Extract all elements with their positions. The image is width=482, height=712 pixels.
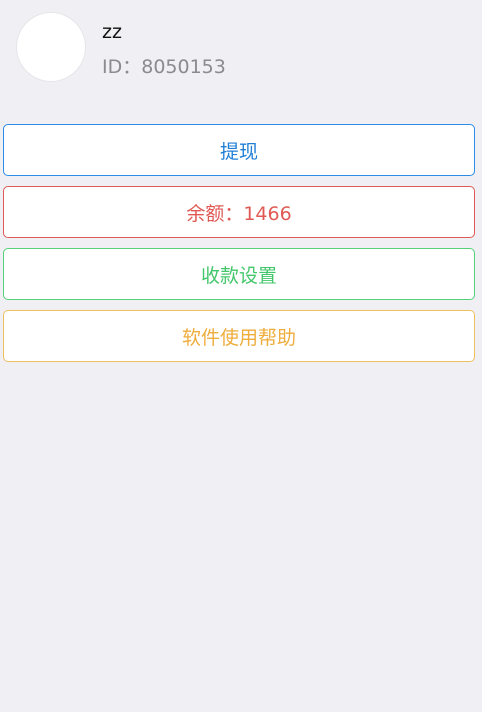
withdraw-label: 提现 <box>219 140 258 163</box>
help-button[interactable]: 软件使用帮助 <box>3 310 475 362</box>
profile-header: zz ID：8050153 <box>0 0 482 100</box>
balance-label: 余额：1466 <box>186 202 292 225</box>
username: zz <box>102 21 122 43</box>
help-label: 软件使用帮助 <box>181 326 296 349</box>
user-id: ID：8050153 <box>102 56 226 78</box>
avatar[interactable] <box>17 13 85 81</box>
balance-button[interactable]: 余额：1466 <box>3 186 475 238</box>
payment-settings-button[interactable]: 收款设置 <box>3 248 475 300</box>
payment-settings-label: 收款设置 <box>200 264 277 287</box>
withdraw-button[interactable]: 提现 <box>3 124 475 176</box>
